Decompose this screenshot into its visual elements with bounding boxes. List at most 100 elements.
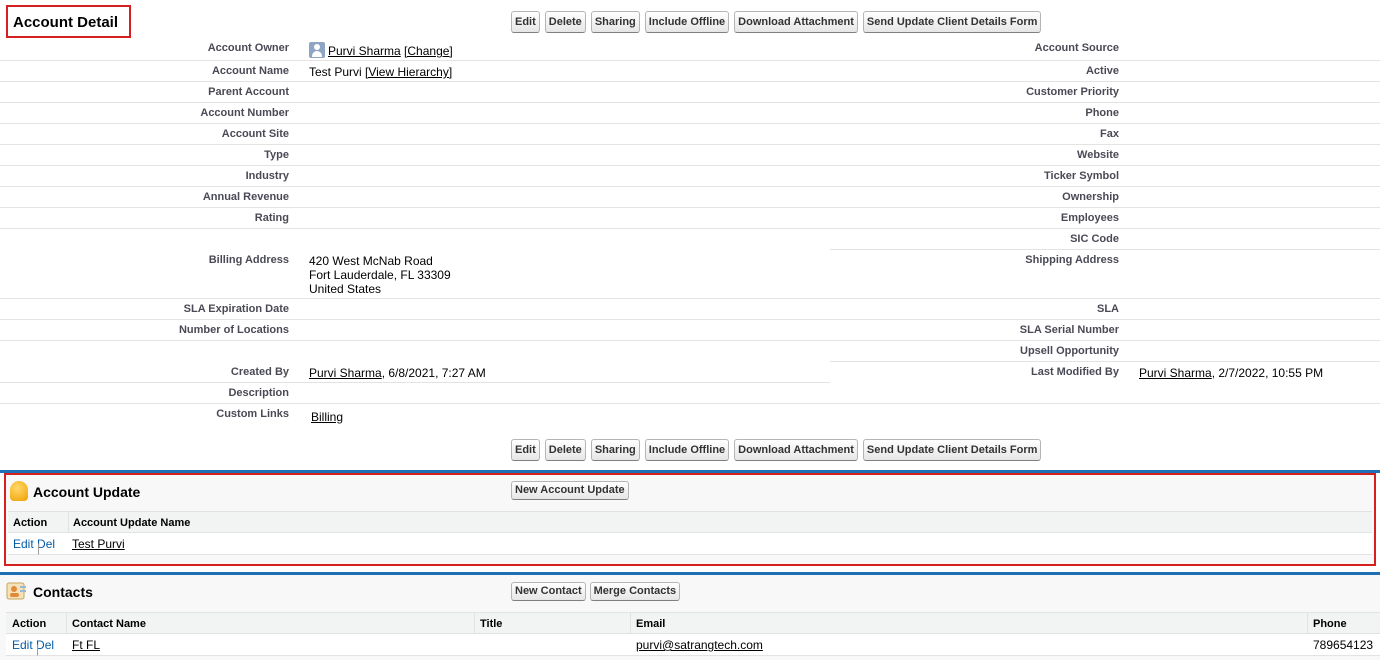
send-update-form-button[interactable]: Send Update Client Details Form <box>862 11 1042 33</box>
column-header: Email <box>636 618 666 630</box>
contacts-section: Contacts New Contact Merge Contacts Acti… <box>0 575 1380 660</box>
include-offline-button[interactable]: Include Offline <box>644 11 730 33</box>
row-actions: Edit | Del <box>12 638 54 656</box>
email-link[interactable]: purvi@satrangtech.com <box>636 638 763 652</box>
field-label: Parent Account <box>208 86 289 98</box>
bell-icon <box>10 481 28 501</box>
field-label: Last Modified By <box>1030 366 1119 378</box>
field-row-industry: Industry <box>0 166 830 187</box>
field-label: Billing Address <box>208 254 289 266</box>
download-attachment-button[interactable]: Download Attachment <box>734 439 858 461</box>
field-value: Purvi Sharma, 6/8/2021, 7:27 AM <box>309 366 486 380</box>
detail-toolbar-bottom: Edit Delete Sharing Include Offline Down… <box>511 439 1042 461</box>
merge-contacts-button[interactable]: Merge Contacts <box>589 582 681 601</box>
field-row-sic-code: SIC Code <box>830 229 1380 250</box>
field-label: Account Owner <box>207 42 289 54</box>
field-label: Account Name <box>211 65 289 77</box>
field-row-account-source: Account Source <box>830 40 1380 61</box>
column-header: Title <box>480 618 503 630</box>
edit-button[interactable]: Edit <box>511 11 540 33</box>
column-header: Contact Name <box>72 618 146 630</box>
contact-name-link[interactable]: Ft FL <box>72 638 100 652</box>
address-line: Fort Lauderdale, FL 33309 <box>309 268 451 282</box>
field-label: Created By <box>230 366 289 378</box>
column-header: Account Update Name <box>73 517 191 529</box>
row-name-cell: Test Purvi <box>72 537 125 551</box>
billing-link[interactable]: Billing <box>311 410 343 424</box>
created-date: , 6/8/2021, 7:27 AM <box>381 366 486 380</box>
field-row-type: Type <box>0 145 830 166</box>
field-value: Purvi Sharma, 2/7/2022, 10:55 PM <box>1139 366 1323 380</box>
field-label: Description <box>228 387 289 399</box>
view-hierarchy-link[interactable]: [View Hierarchy] <box>365 65 452 79</box>
field-row-fax: Fax <box>830 124 1380 145</box>
field-label: Upsell Opportunity <box>1020 345 1119 357</box>
field-label: Shipping Address <box>1025 254 1119 266</box>
field-row-shipping-address: Shipping Address <box>830 250 1380 299</box>
table-header: Action Contact Name Title Email Phone <box>6 612 1380 634</box>
account-update-link[interactable]: Test Purvi <box>72 537 125 551</box>
download-attachment-button[interactable]: Download Attachment <box>734 11 858 33</box>
field-row-sla: SLA <box>830 299 1380 320</box>
field-row-account-owner: Account Owner Purvi Sharma [Change] <box>0 40 830 61</box>
column-divider <box>68 512 69 532</box>
field-label: Ticker Symbol <box>1044 170 1119 182</box>
contact-name-cell: Ft FL <box>72 638 100 652</box>
page-title: Account Detail <box>6 5 131 38</box>
field-label: Custom Links <box>216 408 289 420</box>
column-header: Action <box>13 517 48 529</box>
field-label: Annual Revenue <box>202 191 289 203</box>
contact-phone-cell: 789654123 <box>1313 638 1374 652</box>
field-row-ticker: Ticker Symbol <box>830 166 1380 187</box>
account-update-section: Account Update New Account Update Action… <box>4 473 1376 566</box>
field-row-created-by: Created By Purvi Sharma, 6/8/2021, 7:27 … <box>0 362 830 383</box>
column-header: Action <box>12 618 47 630</box>
new-account-update-button[interactable]: New Account Update <box>511 481 629 500</box>
field-value: Test Purvi [View Hierarchy] <box>309 65 452 79</box>
field-row-sla-expiration: SLA Expiration Date <box>0 299 830 320</box>
field-row-upsell: Upsell Opportunity <box>830 341 1380 362</box>
edit-link[interactable]: Edit <box>13 537 34 551</box>
field-row-last-modified: Last Modified By Purvi Sharma, 2/7/2022,… <box>830 362 1380 383</box>
field-label: Website <box>1077 149 1119 161</box>
delete-button[interactable]: Delete <box>544 11 586 33</box>
edit-link[interactable]: Edit <box>12 638 33 652</box>
include-offline-button[interactable]: Include Offline <box>644 439 730 461</box>
sharing-button[interactable]: Sharing <box>590 11 640 33</box>
delete-button[interactable]: Delete <box>544 439 586 461</box>
field-row-billing-address: Billing Address 420 West McNab Road Fort… <box>0 250 830 299</box>
field-label: SLA Serial Number <box>1019 324 1119 336</box>
field-label: Active <box>1085 65 1119 77</box>
field-row-description: Description <box>0 383 1380 404</box>
row-actions: Edit | Del <box>13 537 55 555</box>
field-row-num-locations: Number of Locations <box>0 320 830 341</box>
change-owner-link[interactable]: [Change] <box>404 44 453 58</box>
field-value: Billing <box>311 410 343 424</box>
new-contact-button[interactable]: New Contact <box>511 582 586 601</box>
billing-address-value: 420 West McNab Road Fort Lauderdale, FL … <box>309 254 451 296</box>
detail-toolbar-top: Edit Delete Sharing Include Offline Down… <box>511 11 1042 33</box>
column-divider <box>1307 613 1308 633</box>
contacts-toolbar: New Contact Merge Contacts <box>511 582 681 601</box>
section-title: Contacts <box>33 584 93 600</box>
field-label: Account Number <box>200 107 289 119</box>
field-label: Rating <box>254 212 289 224</box>
created-by-link[interactable]: Purvi Sharma <box>309 366 382 380</box>
contact-email-cell: purvi@satrangtech.com <box>636 638 763 652</box>
field-label: SIC Code <box>1070 233 1119 245</box>
field-label: SLA <box>1097 303 1119 315</box>
table-row: Edit | Del Ft FL purvi@satrangtech.com 7… <box>6 634 1380 656</box>
field-row-custom-links: Custom Links Billing <box>0 404 830 425</box>
sharing-button[interactable]: Sharing <box>590 439 640 461</box>
field-label: Ownership <box>1062 191 1119 203</box>
field-label: Employees <box>1060 212 1119 224</box>
edit-button[interactable]: Edit <box>511 439 540 461</box>
column-divider <box>66 613 67 633</box>
account-name-text: Test Purvi <box>309 65 366 79</box>
action-separator: | <box>37 541 41 555</box>
send-update-form-button[interactable]: Send Update Client Details Form <box>862 439 1042 461</box>
owner-link[interactable]: Purvi Sharma <box>328 44 401 58</box>
user-avatar-icon <box>309 42 325 58</box>
field-row-website: Website <box>830 145 1380 166</box>
last-modified-link[interactable]: Purvi Sharma <box>1139 366 1212 380</box>
